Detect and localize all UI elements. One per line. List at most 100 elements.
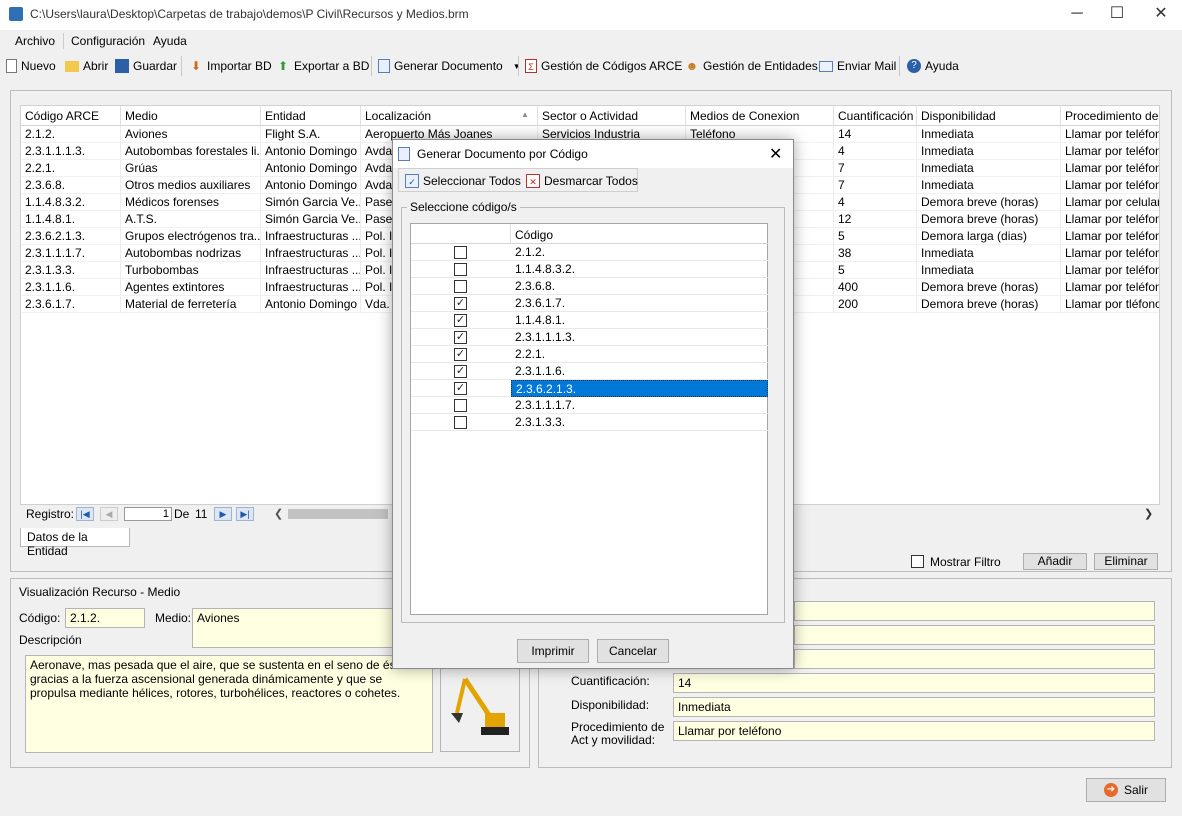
descripcion-field[interactable]: Aeronave, mas pesada que el aire, que se… [25,655,433,753]
code-checkbox[interactable]: ✓ [454,348,467,361]
code-checkbox[interactable]: ✓ [454,331,467,344]
column-header[interactable]: Sector o Actividad [538,106,686,126]
table-cell[interactable]: Demora breve (horas) [917,296,1061,313]
disponibilidad-field[interactable]: Inmediata [673,697,1155,717]
next-record-icon[interactable]: ▶ [214,507,232,521]
codigo-column-header[interactable]: Código [515,228,553,242]
gestion-entidades-button[interactable]: ☻ Gestión de Entidades [685,57,818,75]
table-cell[interactable]: Agentes extintores [121,279,261,296]
table-cell[interactable]: Llamar por teléfono [1061,211,1159,228]
table-cell[interactable]: Grúas [121,160,261,177]
scroll-left-icon[interactable]: ❮ [274,507,283,520]
table-cell[interactable]: Autobombas nodrizas [121,245,261,262]
table-cell[interactable]: Inmediata [917,126,1061,143]
table-cell[interactable]: Inmediata [917,245,1061,262]
column-header[interactable]: Localización [361,106,538,126]
table-cell[interactable]: 2.3.1.1.1.3. [21,143,121,160]
seleccionar-todos-button[interactable]: ✓ Seleccionar Todos [405,172,521,190]
code-checkbox[interactable] [454,399,467,412]
column-header[interactable]: Procedimiento de [1061,106,1159,126]
table-cell[interactable]: Infraestructuras ... [261,245,361,262]
table-cell[interactable]: 2.1.2. [21,126,121,143]
list-item[interactable]: 2.1.2. [411,244,768,261]
table-cell[interactable]: 4 [834,143,917,160]
table-cell[interactable]: 7 [834,160,917,177]
table-cell[interactable]: Infraestructuras ... [261,262,361,279]
code-checkbox[interactable]: ✓ [454,314,467,327]
list-item[interactable]: ✓ 2.3.6.1.7. [411,295,768,312]
code-checkbox[interactable]: ✓ [454,297,467,310]
table-cell[interactable]: Flight S.A. [261,126,361,143]
table-cell[interactable]: Simón Garcia Ve... [261,194,361,211]
medio-field[interactable]: Aviones [192,608,397,648]
horizontal-scrollbar-thumb[interactable] [288,509,388,519]
list-item[interactable]: ✓ 2.3.6.2.1.3. [411,380,768,397]
table-cell[interactable]: Llamar por teléfono [1061,262,1159,279]
table-cell[interactable]: Llamar por tléfono [1061,296,1159,313]
codes-grid[interactable]: Código 2.1.2. 1.1.4.8.3.2. 2.3.6.8. ✓ 2.3.6.… [410,223,768,615]
column-header[interactable]: Cuantificación [834,106,917,126]
table-cell[interactable]: 14 [834,126,917,143]
table-cell[interactable]: Aviones [121,126,261,143]
maximize-button[interactable]: ☐ [1094,0,1140,30]
tab-datos-entidad[interactable]: Datos de la Entidad [20,528,130,558]
table-cell[interactable]: Material de ferretería [121,296,261,313]
table-cell[interactable]: Llamar por teléfono [1061,279,1159,296]
abrir-button[interactable]: Abrir [65,57,108,75]
table-cell[interactable]: 2.2.1. [21,160,121,177]
procedimiento-field[interactable]: Llamar por teléfono [673,721,1155,741]
code-checkbox[interactable] [454,280,467,293]
table-cell[interactable]: 1.1.4.8.1. [21,211,121,228]
table-cell[interactable]: 38 [834,245,917,262]
menu-configuracion[interactable]: Configuración [71,34,145,48]
previous-record-icon[interactable]: ◀ [100,507,118,521]
column-header[interactable]: Medios de Conexion [686,106,834,126]
generar-documento-button[interactable]: Generar Documento ▼ [378,57,521,75]
gestion-codigos-button[interactable]: Σ Gestión de Códigos ARCE [525,57,682,75]
column-header[interactable]: Medio [121,106,261,126]
sort-ascending-icon[interactable]: ▲ [521,110,529,119]
eliminar-button[interactable]: Eliminar [1094,553,1158,570]
list-item[interactable]: ✓ 2.2.1. [411,346,768,363]
table-cell[interactable]: 200 [834,296,917,313]
table-cell[interactable]: Inmediata [917,143,1061,160]
table-cell[interactable]: 2.3.6.1.7. [21,296,121,313]
table-cell[interactable]: Inmediata [917,262,1061,279]
table-cell[interactable]: Otros medios auxiliares [121,177,261,194]
table-cell[interactable]: Inmediata [917,160,1061,177]
table-cell[interactable]: Demora breve (horas) [917,279,1061,296]
detalle-field-1[interactable] [794,601,1155,621]
table-cell[interactable]: Demora breve (horas) [917,194,1061,211]
menu-ayuda[interactable]: Ayuda [153,34,187,48]
table-cell[interactable]: 7 [834,177,917,194]
scroll-right-icon[interactable]: ❯ [1144,507,1153,520]
code-checkbox[interactable] [454,263,467,276]
table-cell[interactable]: Simón Garcia Ve... [261,211,361,228]
code-checkbox[interactable]: ✓ [454,365,467,378]
table-cell[interactable]: 2.3.6.8. [21,177,121,194]
guardar-button[interactable]: Guardar [115,57,177,75]
ayuda-button[interactable]: ? Ayuda [907,57,959,75]
list-item[interactable]: ✓ 1.1.4.8.1. [411,312,768,329]
table-cell[interactable]: 2.3.6.2.1.3. [21,228,121,245]
dialog-close-icon[interactable]: ✕ [769,144,782,164]
table-cell[interactable]: Demora breve (horas) [917,211,1061,228]
table-cell[interactable]: Demora larga (dias) [917,228,1061,245]
column-header[interactable]: Código ARCE [21,106,121,126]
menu-archivo[interactable]: Archivo [15,34,55,48]
table-cell[interactable]: Antonio Domingo [261,160,361,177]
column-header[interactable]: Entidad [261,106,361,126]
list-item[interactable]: ✓ 2.3.1.1.1.3. [411,329,768,346]
table-cell[interactable]: 2.3.1.3.3. [21,262,121,279]
detalle-field-3[interactable] [794,649,1155,669]
table-cell[interactable]: Infraestructuras ... [261,228,361,245]
code-checkbox[interactable] [454,246,467,259]
table-cell[interactable]: Llamar por teléfono [1061,228,1159,245]
list-item[interactable]: 2.3.6.8. [411,278,768,295]
enviar-mail-button[interactable]: Enviar Mail [819,57,896,75]
table-cell[interactable]: Llamar por teléfono [1061,245,1159,262]
table-cell[interactable]: Turbobombas [121,262,261,279]
table-cell[interactable]: Médicos forenses [121,194,261,211]
table-cell[interactable]: A.T.S. [121,211,261,228]
table-cell[interactable]: Antonio Domingo [261,143,361,160]
